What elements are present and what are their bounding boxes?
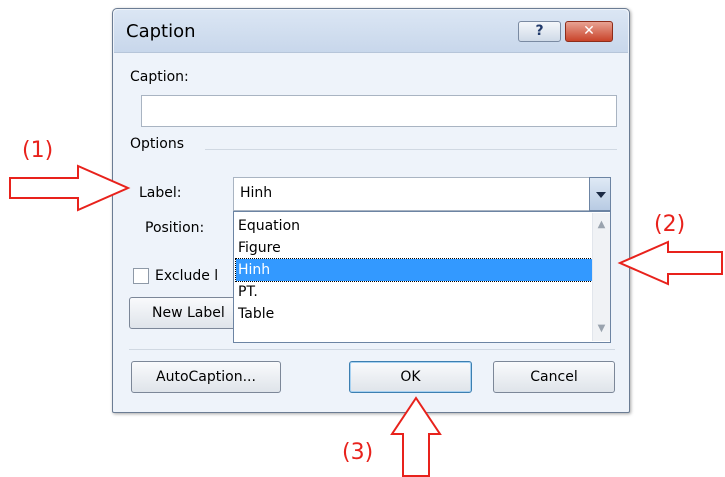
arrow-left-icon [617, 240, 723, 286]
dropdown-scrollbar[interactable]: ▲ ▼ [592, 213, 610, 341]
label-dropdown-list: Equation Figure Hinh PT. Table ▲ ▼ [233, 211, 611, 343]
dropdown-option-pt[interactable]: PT. [236, 281, 592, 303]
dropdown-option-table[interactable]: Table [236, 303, 592, 325]
arrow-up-icon [390, 396, 442, 477]
scroll-up-icon[interactable]: ▲ [595, 219, 608, 231]
annotation-3: (3) [342, 440, 374, 465]
scroll-down-icon[interactable]: ▼ [595, 323, 608, 335]
dropdown-option-hinh[interactable]: Hinh [235, 258, 593, 282]
arrow-right-icon [9, 164, 131, 212]
dropdown-option-equation[interactable]: Equation [236, 215, 592, 237]
dropdown-option-figure[interactable]: Figure [236, 237, 592, 259]
annotation-2: (2) [654, 212, 686, 237]
